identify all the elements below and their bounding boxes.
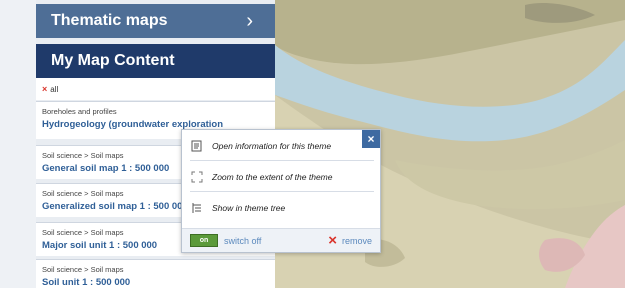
layer-item-soil-unit[interactable]: Soil science > Soil maps Soil unit 1 : 5…: [36, 259, 275, 288]
remove-all-button[interactable]: × all: [36, 78, 275, 100]
layer-breadcrumb: Soil science > Soil maps: [42, 265, 124, 274]
zoom-extent-menu-item[interactable]: Zoom to the extent of the theme: [190, 167, 372, 187]
thematic-maps-label: Thematic maps: [51, 12, 168, 29]
close-icon: ×: [42, 84, 48, 94]
remove-all-label: all: [50, 84, 59, 94]
zoom-extent-icon: [190, 171, 204, 183]
popup-footer: on switch off × remove: [182, 228, 380, 252]
show-in-tree-label: Show in theme tree: [212, 203, 286, 213]
my-map-content-header: My Map Content: [36, 44, 275, 78]
show-in-tree-menu-item[interactable]: Show in theme tree: [190, 198, 372, 218]
thematic-maps-button[interactable]: Thematic maps ›: [36, 4, 275, 38]
remove-label: remove: [341, 235, 372, 246]
layer-context-menu: × Open information for this theme Zoom t…: [181, 129, 381, 253]
open-information-label: Open information for this theme: [212, 141, 332, 151]
switch-off-link[interactable]: switch off: [224, 236, 261, 246]
remove-x-icon: ×: [328, 232, 337, 249]
layer-breadcrumb: Boreholes and profiles: [42, 107, 117, 116]
tree-icon: [190, 202, 204, 214]
open-information-menu-item[interactable]: Open information for this theme: [190, 136, 372, 156]
menu-divider: [190, 191, 374, 192]
menu-divider: [190, 160, 374, 161]
layer-visibility-toggle[interactable]: on: [190, 234, 218, 247]
zoom-extent-label: Zoom to the extent of the theme: [212, 172, 333, 182]
left-gutter: [0, 0, 36, 288]
chevron-right-icon: ›: [246, 9, 253, 32]
toggle-state-label: on: [199, 237, 209, 244]
my-map-content-label: My Map Content: [51, 52, 175, 69]
info-document-icon: [190, 140, 204, 152]
layer-name[interactable]: Soil unit 1 : 500 000: [42, 277, 269, 288]
remove-layer-button[interactable]: × remove: [328, 232, 372, 249]
